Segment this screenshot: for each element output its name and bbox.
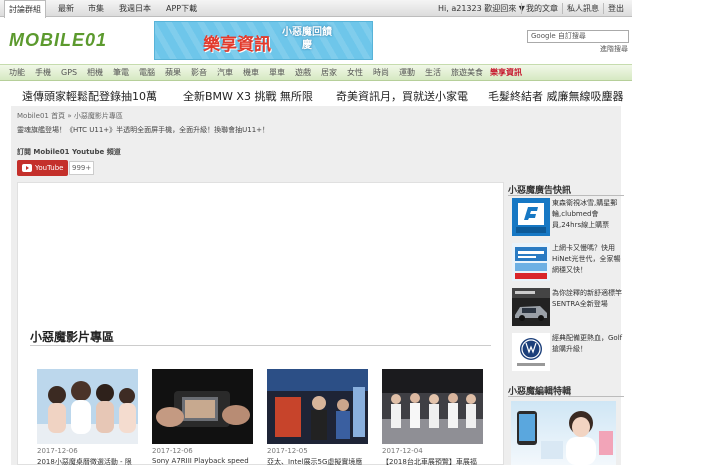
advanced-search-link[interactable]: 進階搜尋 [600,44,628,54]
video-title[interactable]: 【2018台北車展預覽】車展福 [382,457,483,465]
cat-gps[interactable]: GPS [61,65,77,81]
cat-computer[interactable]: 電腦 [139,65,155,81]
divider [603,3,604,14]
promo-link[interactable]: 全新BMW X3 挑戰 無所限 [183,88,313,104]
user-menu[interactable]: Hi, a21323 歡迎回來 ▼ [438,0,525,17]
cat-sports[interactable]: 運動 [399,65,415,81]
video-thumbnail[interactable] [37,369,138,444]
sidebar-ad[interactable]: 上網卡又慢嗎？快用HiNet光世代，全家暢網穩又快！ [512,243,624,283]
promo-link[interactable]: 毛髮終結者 威廉無線吸塵器 [488,88,624,104]
video-title[interactable]: Sony A7RIII Playback speed [152,457,253,465]
my-posts-link[interactable]: 我的文章 [526,0,558,17]
cat-camera[interactable]: 相機 [87,65,103,81]
cat-life[interactable]: 生活 [425,65,441,81]
youtube-button-label: YouTube [35,164,64,172]
video-thumbnail[interactable] [267,369,368,444]
cat-home[interactable]: 居家 [321,65,337,81]
header-banner-ad[interactable]: 樂享資訊 小惡魔回饋慶 [154,21,373,60]
cat-notebook[interactable]: 筆電 [113,65,129,81]
sidebar-ad-text[interactable]: 上網卡又慢嗎？快用HiNet光世代，全家暢網穩又快！ [552,243,626,276]
sidebar-feature-image[interactable] [511,401,616,465]
cat-av[interactable]: 影音 [191,65,207,81]
video-date: 2017-12-06 [152,447,193,455]
youtube-icon [22,164,32,172]
private-messages-link[interactable]: 私人訊息 [567,0,599,17]
cat-enjoy-info[interactable]: 樂享資訊 [490,65,522,81]
promo-link[interactable]: 遠傳頭家輕鬆配登錄抽10萬 [22,88,157,104]
cat-phone[interactable]: 手機 [35,65,51,81]
sidebar-ad[interactable]: 東森衛視冰雪,購星郵輪,clubmed會員,24hrs線上購票 [512,198,624,238]
tab-app-download[interactable]: APP下載 [166,0,197,17]
cat-travel-food[interactable]: 旅遊美食 [451,65,483,81]
cat-fashion[interactable]: 時尚 [373,65,389,81]
cat-motorcycle[interactable]: 機車 [243,65,259,81]
youtube-subscribe-button[interactable]: YouTube [17,160,68,176]
divider [562,3,563,14]
sidebar-divider [508,195,624,196]
fubon-icon[interactable] [512,198,550,236]
divider [521,3,522,14]
sidebar-ad-text[interactable]: 為你詮釋的新舒適標竿 SENTRA全新登場 [552,288,626,310]
video-date: 2017-12-04 [382,447,423,455]
tab-market[interactable]: 市集 [88,0,104,17]
breadcrumb[interactable]: Mobile01 首頁 » 小惡魔影片專區 [17,111,123,121]
section-title: 小惡魔影片專區 [30,330,115,344]
tab-latest[interactable]: 最新 [58,0,74,17]
video-title[interactable]: 亞太、Intel展示5G虛擬實境應 [267,457,368,465]
mobile01-logo[interactable]: MOBILE01 [9,28,151,52]
video-date: 2017-12-05 [267,447,308,455]
video-title[interactable]: 2018小惡魔桌曆徵選活動 - 限 [37,457,138,465]
cat-apple[interactable]: 蘋果 [165,65,181,81]
banner-subtitle: 小惡魔回饋慶 [282,27,332,51]
video-thumbnail[interactable] [382,369,483,444]
category-nav: 功能 手機 GPS 相機 筆電 電腦 蘋果 影音 汽車 機車 單車 遊戲 居家 … [0,64,632,81]
top-nav: 討論群組 最新 市集 我週日本 APP下載 Hi, a21323 歡迎回來 ▼ … [0,0,632,18]
sidebar-ad-text[interactable]: 經典配備更熱血，Golf搶購升級！ [552,333,626,355]
sidebar-ad[interactable]: 經典配備更熱血，Golf搶購升級！ [512,333,624,373]
tab-japan[interactable]: 我週日本 [119,0,151,17]
cat-women[interactable]: 女性 [347,65,363,81]
sidebar-divider [508,396,624,397]
subscriber-count: 999+ [69,161,94,175]
video-thumbnail[interactable] [152,369,253,444]
cat-feature[interactable]: 功能 [9,65,25,81]
search-input[interactable]: Google 自訂搜尋 [527,30,629,43]
cat-car[interactable]: 汽車 [217,65,233,81]
sentra-car-icon[interactable] [512,288,550,326]
logo-text: MOBILE01 [9,30,108,50]
section-divider [30,345,491,346]
subscribe-label: 訂閱 Mobile01 Youtube 頻道 [17,148,121,156]
tab-forum[interactable]: 討論群組 [4,0,46,18]
cat-bicycle[interactable]: 單車 [269,65,285,81]
volkswagen-icon[interactable] [512,333,550,371]
cat-games[interactable]: 遊戲 [295,65,311,81]
promo-link[interactable]: 奇美資訊月，買就送小家電 [336,88,468,104]
announcement-link[interactable]: 靈魂旗艦登場！《HTC U11+》半透明全面屏手機，全面升級！換聯會抽U11+！ [17,125,269,135]
sidebar-ad-text[interactable]: 東森衛視冰雪,購星郵輪,clubmed會員,24hrs線上購票 [552,198,626,231]
sidebar-ad[interactable]: 為你詮釋的新舒適標竿 SENTRA全新登場 [512,288,624,328]
banner-headline: 樂享資訊 [203,35,271,55]
hinet-icon[interactable] [512,243,550,281]
video-date: 2017-12-06 [37,447,78,455]
logout-link[interactable]: 登出 [608,0,624,17]
